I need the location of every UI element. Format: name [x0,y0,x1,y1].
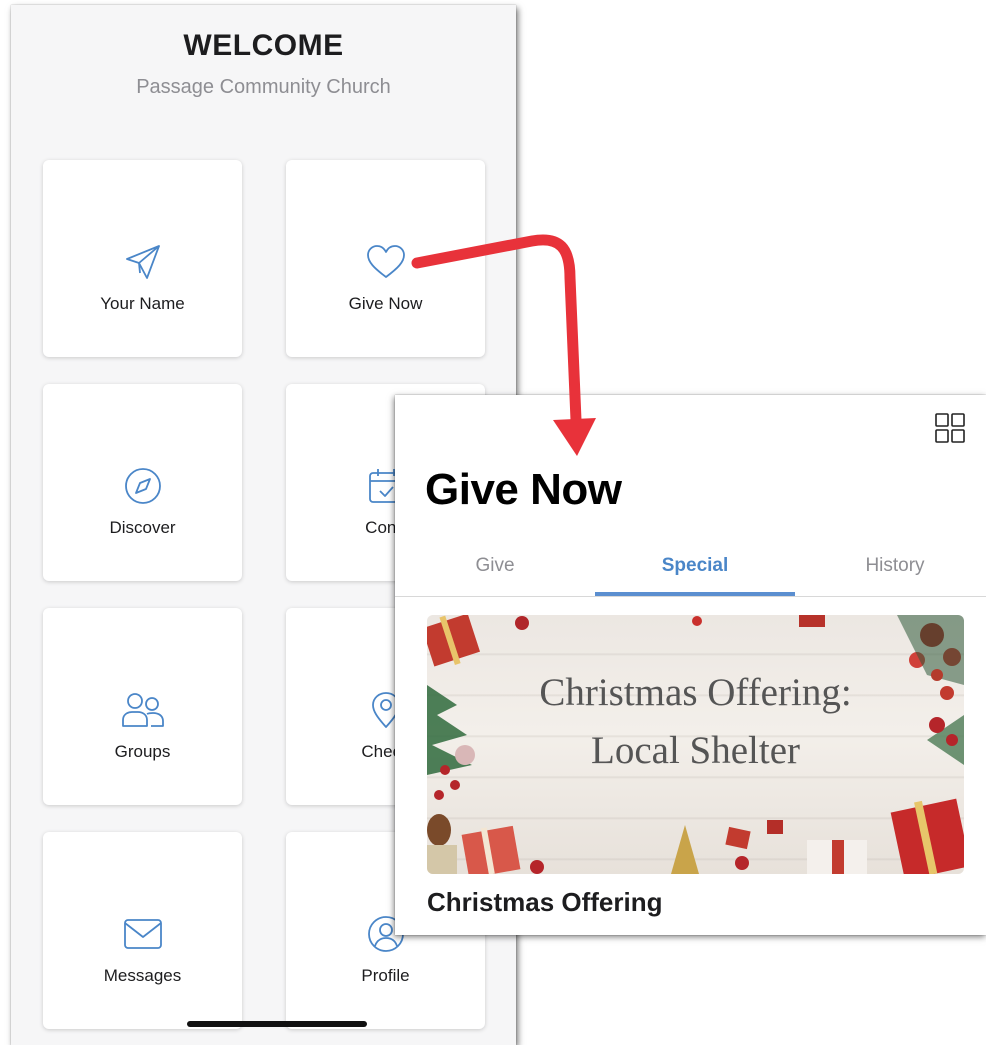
home-indicator[interactable] [187,1021,367,1027]
users-icon [43,688,242,732]
paper-plane-icon [43,240,242,284]
heart-icon [286,240,485,284]
tab-bar: Give Special History [395,545,986,597]
banner-line-1: Christmas Offering: [539,671,852,714]
tab-special[interactable]: Special [595,555,795,577]
tile-messages[interactable]: Messages [43,832,242,1029]
welcome-title: WELCOME [183,29,344,62]
banner-line-2: Local Shelter [591,729,800,772]
offering-title[interactable]: Christmas Offering [427,887,663,918]
tile-your-name[interactable]: Your Name [43,160,242,357]
tile-give-now[interactable]: Give Now [286,160,485,357]
offering-banner[interactable]: Christmas Offering: Local Shelter [427,615,964,874]
tab-divider [395,596,986,597]
tile-discover[interactable]: Discover [43,384,242,581]
tile-label: Groups [114,742,171,761]
grid-icon[interactable] [935,413,965,443]
tile-label: Your Name [100,294,185,313]
give-now-panel: Give Now Give Special History Christmas … [395,395,986,935]
tile-label: Messages [103,966,182,985]
tab-history[interactable]: History [795,555,986,577]
tile-label: Profile [361,966,410,985]
tile-label: Give Now [348,294,423,313]
tile-label: Discover [109,518,176,537]
compass-icon [43,464,242,508]
tab-give[interactable]: Give [395,555,595,577]
church-name: Passage Community Church [136,76,391,98]
envelope-icon [43,912,242,956]
tile-groups[interactable]: Groups [43,608,242,805]
page-title: Give Now [425,465,622,514]
